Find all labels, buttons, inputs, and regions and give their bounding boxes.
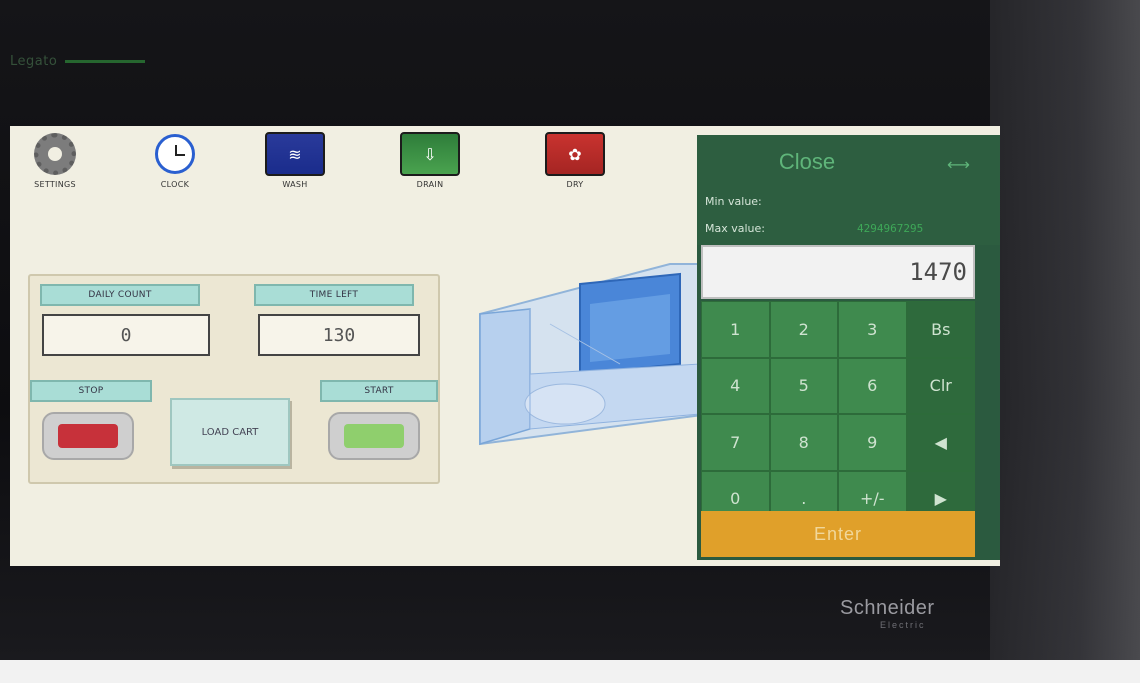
stop-lamp bbox=[58, 424, 118, 448]
gear-icon bbox=[25, 132, 85, 176]
stop-button[interactable] bbox=[42, 412, 134, 460]
load-cart-button[interactable]: LOAD CART bbox=[170, 398, 290, 466]
drain-icon: ⇩ bbox=[400, 132, 460, 176]
key-4[interactable]: 4 bbox=[701, 357, 770, 414]
nav-label: CLOCK bbox=[160, 180, 190, 189]
time-left-label: TIME LEFT bbox=[254, 284, 414, 306]
key-7[interactable]: 7 bbox=[701, 414, 770, 471]
key-9[interactable]: 9 bbox=[838, 414, 907, 471]
enter-button[interactable]: Enter bbox=[701, 511, 975, 557]
keypad-grid: 1 2 3 Bs 4 5 6 Clr 7 8 9 ◀ 0 . +/- ▶ bbox=[701, 301, 975, 527]
numeric-keypad: Close ⟷ Min value: Max value: 4294967295… bbox=[697, 135, 1000, 560]
key-3[interactable]: 3 bbox=[838, 301, 907, 358]
nav-label: WASH bbox=[282, 180, 308, 189]
start-lamp bbox=[344, 424, 404, 448]
control-panel: DAILY COUNT 0 TIME LEFT 130 STOP LOAD CA… bbox=[28, 274, 440, 484]
key-backspace[interactable]: Bs bbox=[906, 301, 975, 358]
nav-label: DRY bbox=[566, 180, 584, 189]
clock-icon bbox=[145, 132, 205, 176]
brand-logo: Schneider bbox=[840, 597, 935, 619]
start-button[interactable] bbox=[328, 412, 420, 460]
key-left-arrow[interactable]: ◀ bbox=[906, 414, 975, 471]
time-left-value: 130 bbox=[258, 314, 420, 356]
device-top-label: Legato bbox=[10, 54, 146, 69]
stop-label: STOP bbox=[30, 380, 152, 402]
max-value-label: Max value: bbox=[705, 222, 765, 235]
washer-illustration bbox=[479, 263, 710, 446]
key-2[interactable]: 2 bbox=[769, 301, 838, 358]
key-5[interactable]: 5 bbox=[769, 357, 838, 414]
key-6[interactable]: 6 bbox=[838, 357, 907, 414]
bezel-right-edge bbox=[990, 0, 1140, 683]
nav-wash[interactable]: ≋ WASH bbox=[250, 132, 340, 189]
keypad-close-button[interactable]: Close bbox=[757, 149, 857, 175]
nav-drain[interactable]: ⇩ DRAIN bbox=[385, 132, 475, 189]
keypad-display[interactable]: 1470 bbox=[701, 245, 975, 299]
brand-sub: Electric bbox=[880, 620, 926, 630]
wash-icon: ≋ bbox=[265, 132, 325, 176]
max-value: 4294967295 bbox=[857, 222, 924, 235]
status-led bbox=[65, 60, 146, 63]
nav-clock[interactable]: CLOCK bbox=[130, 132, 220, 189]
daily-count-label: DAILY COUNT bbox=[40, 284, 200, 306]
key-8[interactable]: 8 bbox=[769, 414, 838, 471]
photo-bottom-strip bbox=[0, 660, 1140, 683]
nav-label: SETTINGS bbox=[34, 180, 76, 189]
min-value-label: Min value: bbox=[705, 195, 762, 208]
nav-label: DRAIN bbox=[416, 180, 444, 189]
nav-settings[interactable]: SETTINGS bbox=[10, 132, 100, 189]
top-nav: SETTINGS CLOCK ≋ WASH ⇩ DRAIN ✿ DRY bbox=[10, 126, 710, 196]
dry-icon: ✿ bbox=[545, 132, 605, 176]
key-1[interactable]: 1 bbox=[701, 301, 770, 358]
nav-dry[interactable]: ✿ DRY bbox=[530, 132, 620, 189]
key-clear[interactable]: Clr bbox=[906, 357, 975, 414]
move-arrow-icon[interactable]: ⟷ bbox=[947, 155, 970, 174]
start-label: START bbox=[320, 380, 438, 402]
daily-count-value: 0 bbox=[42, 314, 210, 356]
